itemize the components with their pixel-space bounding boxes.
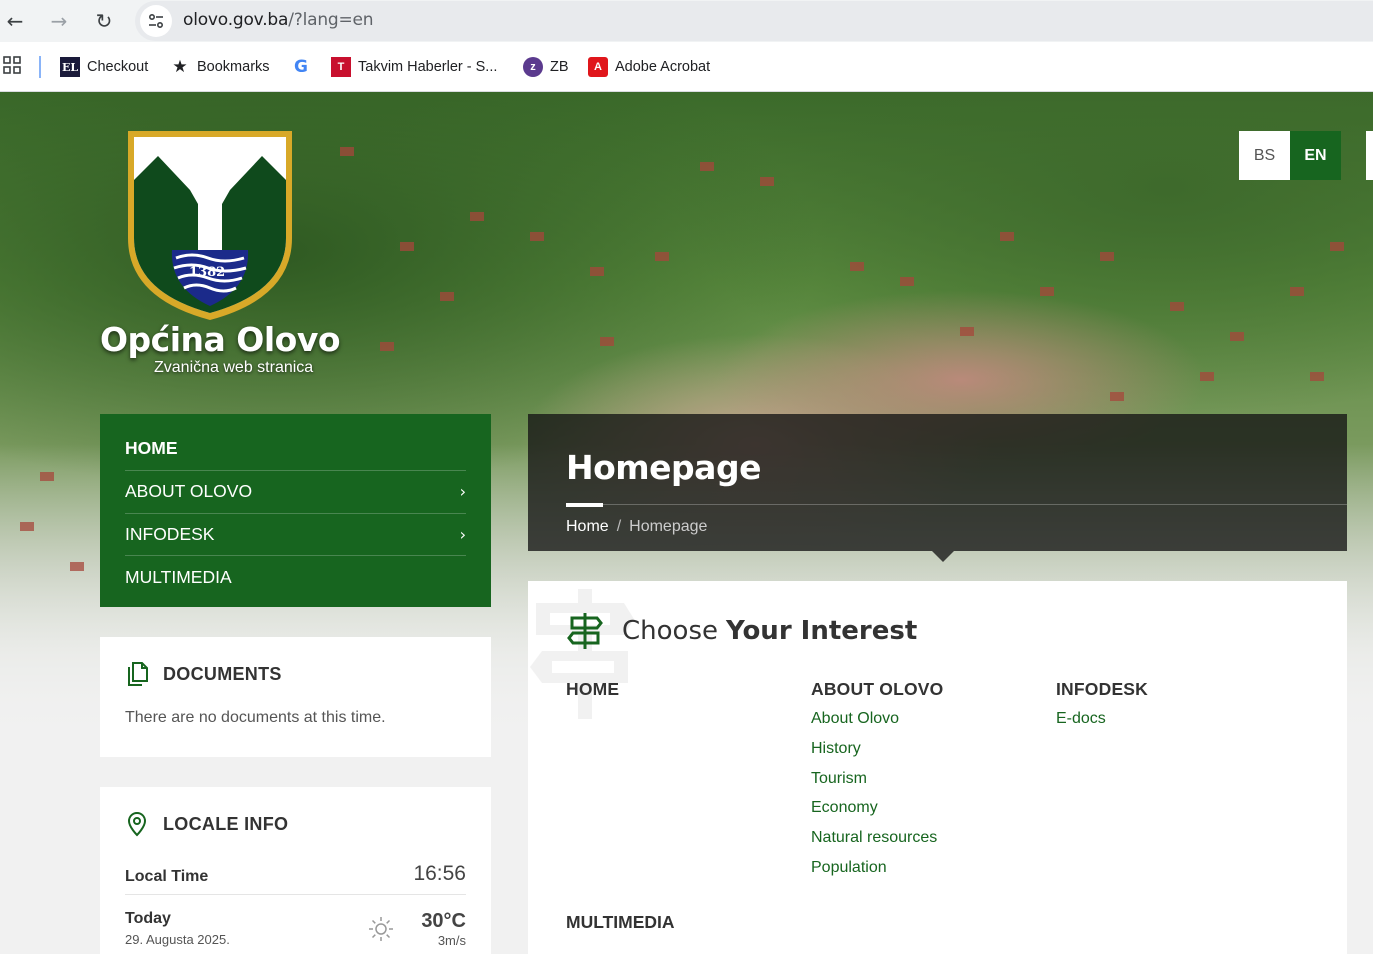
bookmark-bookmarks[interactable]: ★ Bookmarks: [170, 56, 270, 78]
weather-values: 30°C 3m/s: [421, 910, 466, 948]
adobe-acrobat-icon: A: [588, 57, 608, 77]
breadcrumb-home-link[interactable]: Home: [566, 518, 609, 535]
bookmark-google[interactable]: G: [291, 56, 318, 78]
column-heading[interactable]: INFODESK: [1056, 679, 1148, 700]
local-time-label: Local Time: [125, 868, 209, 885]
link-about-olovo[interactable]: About Olovo: [811, 710, 943, 740]
bookmark-label: Adobe Acrobat: [615, 59, 711, 75]
site-subtitle: Zvanična web stranica: [154, 359, 314, 376]
website: 1382 Općina Olovo Zvanična web stranica …: [0, 92, 1373, 954]
menu-item-home[interactable]: HOME: [125, 414, 466, 471]
interest-title-bold: Your Interest: [726, 616, 918, 646]
language-switch-edge: [1366, 131, 1373, 180]
location-pin-icon: [127, 811, 147, 837]
side-navigation-menu: HOME ABOUT OLOVO › INFODESK › MULTIMEDIA: [100, 414, 491, 607]
menu-item-label: HOME: [125, 438, 178, 458]
page-title: Homepage: [566, 448, 761, 487]
choose-interest-panel: Choose Your Interest HOME ABOUT OLOVO Abo…: [528, 581, 1347, 954]
interest-title-plain: Choose: [622, 616, 718, 646]
breadcrumb-separator: /: [616, 518, 622, 535]
language-bs-button[interactable]: BS: [1239, 131, 1290, 180]
apps-grid-icon[interactable]: [3, 56, 21, 79]
locale-info-card: LOCALE INFO Local Time 16:56 Today 29. A…: [100, 787, 491, 954]
header-accent-bar: [566, 503, 603, 507]
menu-item-multimedia[interactable]: MULTIMEDIA: [125, 556, 466, 599]
breadcrumb-current: Homepage: [629, 518, 708, 535]
signpost-icon: [567, 613, 603, 649]
locale-info-heading: LOCALE INFO: [125, 811, 466, 837]
forward-arrow-icon[interactable]: →: [46, 8, 72, 34]
link-tourism[interactable]: Tourism: [811, 770, 943, 800]
today-label: Today: [125, 910, 171, 927]
sun-icon: [369, 916, 394, 941]
google-icon: G: [294, 57, 308, 77]
column-heading-multimedia[interactable]: MULTIMEDIA: [566, 912, 675, 933]
coat-of-arms-logo[interactable]: [100, 128, 330, 328]
back-arrow-icon[interactable]: ←: [2, 8, 28, 34]
bookmark-zb[interactable]: z ZB: [523, 56, 569, 78]
breadcrumb: Home / Homepage: [566, 518, 707, 536]
menu-item-infodesk[interactable]: INFODESK ›: [125, 514, 466, 556]
interest-column-home: HOME: [566, 679, 619, 710]
menu-item-about-olovo[interactable]: ABOUT OLOVO ›: [125, 471, 466, 514]
menu-item-label: MULTIMEDIA: [125, 566, 232, 587]
url-text[interactable]: olovo.gov.ba/?lang=en: [183, 10, 374, 30]
menu-item-label: INFODESK: [125, 523, 215, 544]
today-date: 29. Augusta 2025.: [125, 932, 230, 947]
documents-card: DOCUMENTS There are no documents at this…: [100, 637, 491, 757]
language-en-button[interactable]: EN: [1290, 131, 1341, 180]
interest-column-infodesk: INFODESK E-docs: [1056, 679, 1148, 740]
site-info-icon[interactable]: [140, 5, 172, 37]
today-weather-row: Today 29. Augusta 2025. 30°C 3m/s: [125, 895, 466, 954]
header-divider: [566, 504, 1347, 505]
bookmark-takvim[interactable]: T Takvim Haberler - S...: [331, 56, 497, 78]
documents-heading: DOCUMENTS: [125, 661, 466, 687]
interest-column-about-olovo: ABOUT OLOVO About Olovo History Tourism …: [811, 679, 943, 889]
browser-address-bar: ← → ↻ olovo.gov.ba/?lang=en: [0, 0, 1373, 42]
bookmark-label: Checkout: [87, 59, 149, 75]
wind-speed: 3m/s: [437, 932, 466, 948]
header-notch: [932, 551, 954, 562]
local-time-value: 16:56: [413, 862, 466, 885]
logo-year: 1382: [189, 265, 226, 280]
bookmarks-bar: EL Checkout ★ Bookmarks G T Takvim Haber…: [0, 42, 1373, 92]
bookmark-adobe-acrobat[interactable]: A Adobe Acrobat: [588, 56, 710, 78]
link-natural-resources[interactable]: Natural resources: [811, 829, 943, 859]
el-icon: EL: [60, 57, 80, 77]
bookmark-label: Bookmarks: [197, 59, 270, 75]
documents-empty-text: There are no documents at this time.: [125, 709, 386, 726]
link-economy[interactable]: Economy: [811, 799, 943, 829]
link-population[interactable]: Population: [811, 859, 943, 889]
menu-item-label: ABOUT OLOVO: [125, 481, 253, 502]
documents-title: DOCUMENTS: [163, 663, 282, 684]
link-history[interactable]: History: [811, 740, 943, 770]
zb-icon: z: [523, 57, 543, 77]
choose-interest-heading: Choose Your Interest: [566, 611, 917, 651]
documents-icon: [128, 662, 148, 686]
site-title[interactable]: Općina Olovo: [100, 320, 341, 359]
page-header: Homepage Home / Homepage: [528, 414, 1347, 562]
bookmark-checkout[interactable]: EL Checkout: [60, 56, 148, 78]
column-heading[interactable]: ABOUT OLOVO: [811, 679, 943, 700]
reload-icon[interactable]: ↻: [91, 8, 117, 34]
takvim-icon: T: [331, 57, 351, 77]
url-path: /?lang=en: [288, 10, 374, 30]
local-time-row: Local Time 16:56: [125, 855, 466, 895]
bookmark-label: ZB: [550, 59, 569, 75]
chevron-right-icon[interactable]: ›: [460, 525, 466, 544]
locale-info-title: LOCALE INFO: [163, 813, 289, 834]
column-heading[interactable]: HOME: [566, 679, 619, 700]
temperature: 30°C: [421, 909, 466, 932]
bookmarks-divider: [39, 56, 41, 78]
star-icon: ★: [172, 57, 188, 77]
link-e-docs[interactable]: E-docs: [1056, 710, 1148, 740]
bookmark-label: Takvim Haberler - S...: [358, 59, 498, 75]
chevron-right-icon[interactable]: ›: [460, 482, 466, 501]
url-host: olovo.gov.ba: [183, 10, 289, 30]
